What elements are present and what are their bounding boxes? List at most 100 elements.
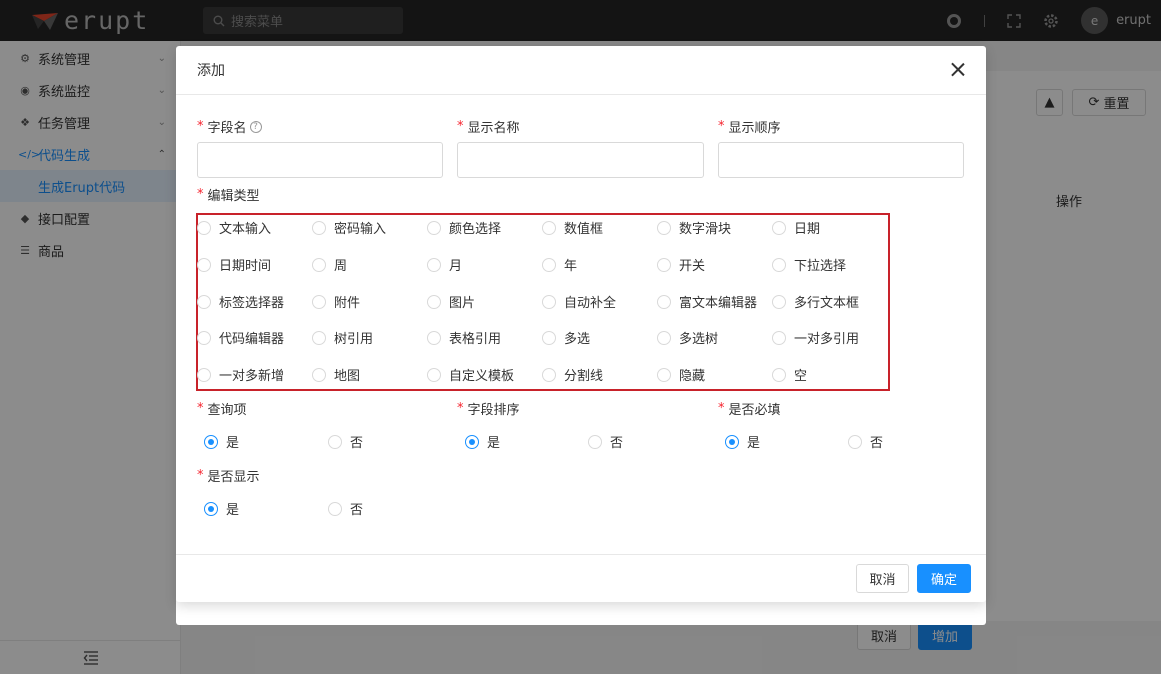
radio-circle-icon [197, 294, 211, 309]
radio-circle-icon [197, 330, 211, 345]
radio-label: 表格引用 [449, 332, 502, 347]
required-mark: * [197, 119, 204, 134]
query-item-label: * 查询项 [197, 399, 247, 418]
field-sort-label: * 字段排序 [457, 399, 520, 418]
radio-circle-icon [328, 501, 342, 516]
radio-label: 富文本编辑器 [679, 296, 758, 311]
edit-type-radio[interactable]: 地图 [312, 365, 360, 384]
radio-circle-icon [772, 330, 786, 345]
radio-circle-icon [312, 220, 326, 235]
close-icon[interactable] [948, 60, 968, 80]
radio-label: 多选 [564, 332, 591, 347]
radio-label: 密码输入 [334, 222, 387, 237]
radio-circle-icon [542, 220, 556, 235]
edit-type-radio[interactable]: 表格引用 [427, 328, 501, 347]
radio-label: 自定义模板 [449, 369, 515, 384]
edit-type-radio[interactable]: 多行文本框 [772, 292, 859, 311]
radio-label: 自动补全 [564, 296, 617, 311]
radio-circle-icon [657, 220, 671, 235]
radio-circle-icon [725, 434, 739, 449]
edit-type-radio[interactable]: 分割线 [542, 365, 603, 384]
edit-type-radio[interactable]: 密码输入 [312, 218, 386, 237]
radio-label: 开关 [679, 259, 706, 274]
radio-circle-icon [427, 257, 441, 272]
radio-label: 树引用 [334, 332, 374, 347]
edit-type-radio[interactable]: 文本输入 [197, 218, 271, 237]
radio-circle-icon [204, 434, 218, 449]
field-sort-no-radio[interactable]: 否 [588, 432, 623, 451]
edit-type-radio[interactable]: 富文本编辑器 [657, 292, 757, 311]
edit-type-radio[interactable]: 多选树 [657, 328, 718, 347]
edit-type-radio[interactable]: 标签选择器 [197, 292, 284, 311]
edit-type-radio[interactable]: 开关 [657, 255, 705, 274]
edit-type-radio[interactable]: 日期 [772, 218, 820, 237]
edit-type-radio[interactable]: 颜色选择 [427, 218, 501, 237]
required-mark: * [197, 401, 204, 416]
radio-circle-icon [312, 294, 326, 309]
radio-circle-icon [328, 434, 342, 449]
edit-type-radio[interactable]: 多选 [542, 328, 590, 347]
show-text: 是否显示 [207, 470, 260, 485]
radio-label: 是 [226, 436, 240, 451]
edit-type-radio[interactable]: 自定义模板 [427, 365, 514, 384]
edit-type-radio[interactable]: 隐藏 [657, 365, 705, 384]
edit-type-radio[interactable]: 周 [312, 255, 347, 274]
radio-circle-icon [197, 220, 211, 235]
required-no-radio[interactable]: 否 [848, 432, 883, 451]
edit-type-radio[interactable]: 代码编辑器 [197, 328, 284, 347]
radio-circle-icon [197, 257, 211, 272]
edit-type-radio[interactable]: 一对多新增 [197, 365, 284, 384]
required-yes-radio[interactable]: 是 [725, 432, 760, 451]
radio-label: 数字滑块 [679, 222, 732, 237]
radio-label: 隐藏 [679, 369, 706, 384]
radio-circle-icon [772, 294, 786, 309]
edit-type-radio[interactable]: 树引用 [312, 328, 373, 347]
edit-type-radio[interactable]: 空 [772, 365, 807, 384]
edit-type-radio[interactable]: 一对多引用 [772, 328, 859, 347]
edit-type-radio[interactable]: 自动补全 [542, 292, 616, 311]
show-yes-radio[interactable]: 是 [204, 499, 239, 518]
radio-label: 是 [226, 503, 240, 518]
field-sort-yes-radio[interactable]: 是 [465, 432, 500, 451]
required-mark: * [197, 468, 204, 483]
radio-label: 一对多引用 [794, 332, 860, 347]
radio-label: 附件 [334, 296, 361, 311]
required-label: * 是否必填 [718, 399, 781, 418]
edit-type-radio[interactable]: 数值框 [542, 218, 603, 237]
radio-label: 周 [334, 259, 348, 274]
radio-label: 地图 [334, 369, 361, 384]
edit-type-radio[interactable]: 图片 [427, 292, 475, 311]
query-item-yes-radio[interactable]: 是 [204, 432, 239, 451]
required-text: 是否必填 [728, 403, 781, 418]
display-name-text: 显示名称 [467, 121, 520, 136]
radio-circle-icon [427, 220, 441, 235]
edit-type-radio[interactable]: 年 [542, 255, 577, 274]
question-circle-icon[interactable]: ? [249, 120, 262, 133]
radio-label: 空 [794, 369, 808, 384]
cancel-button[interactable]: 取消 [856, 564, 909, 593]
display-name-input[interactable] [457, 142, 704, 178]
edit-type-radio[interactable]: 日期时间 [197, 255, 271, 274]
radio-label: 多行文本框 [794, 296, 860, 311]
query-item-no-radio[interactable]: 否 [328, 432, 363, 451]
display-order-input[interactable] [718, 142, 964, 178]
confirm-button[interactable]: 确定 [917, 564, 971, 593]
show-no-radio[interactable]: 否 [328, 499, 363, 518]
radio-label: 年 [564, 259, 578, 274]
query-item-text: 查询项 [207, 403, 247, 418]
radio-label: 否 [350, 436, 364, 451]
radio-circle-icon [657, 330, 671, 345]
field-name-input[interactable] [197, 142, 443, 178]
cancel-label: 取消 [869, 573, 896, 588]
modal-header: 添加 [176, 46, 986, 95]
radio-circle-icon [312, 330, 326, 345]
edit-type-radio[interactable]: 下拉选择 [772, 255, 846, 274]
edit-type-radio[interactable]: 附件 [312, 292, 360, 311]
edit-type-text: 编辑类型 [207, 189, 260, 204]
edit-type-radio[interactable]: 月 [427, 255, 462, 274]
radio-label: 文本输入 [219, 222, 272, 237]
edit-type-radio[interactable]: 数字滑块 [657, 218, 731, 237]
radio-label: 否 [350, 503, 364, 518]
radio-circle-icon [542, 330, 556, 345]
radio-label: 分割线 [564, 369, 604, 384]
